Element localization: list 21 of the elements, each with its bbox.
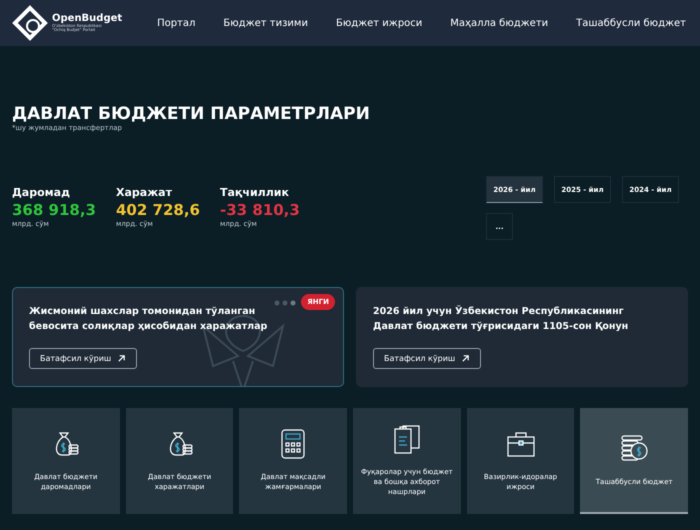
- page-title: ДАВЛАТ БЮДЖЕТИ ПАРАМЕТРЛАРИ: [12, 104, 371, 124]
- stat-value: -33 810,3: [220, 200, 300, 220]
- logo-icon[interactable]: [12, 5, 48, 41]
- card-text: Жисмоний шахслар томонидан тўланган бевосита солиқлар ҳисобидан харажатлар: [29, 305, 268, 334]
- nav-link[interactable]: Маҳалла бюджети: [450, 18, 548, 28]
- card-text: 2026 йил учун Ўзбекистон Республикасининг Давлат бюджети тўғрисидаги 1105-сон Қонун: [373, 304, 630, 334]
- arrow-icon: [461, 354, 470, 363]
- nav-link[interactable]: Бюджет тизими: [223, 18, 308, 28]
- logo-name: OpenBudget: [52, 14, 122, 24]
- stat-label: Даромад: [12, 186, 71, 200]
- stat-value: 368 918,3: [12, 200, 96, 220]
- details-button[interactable]: Батафсил кўриш: [29, 348, 138, 369]
- stat-value: 402 728,6: [116, 200, 200, 220]
- nav-link[interactable]: Бюджет ижроси: [336, 18, 422, 28]
- nav-link[interactable]: Портал: [157, 18, 196, 28]
- arrow-icon: [117, 354, 126, 363]
- stat-label: Харажат: [116, 186, 173, 200]
- stat-label: Тақчиллик: [220, 186, 290, 200]
- details-button[interactable]: Батафсил кўриш: [373, 348, 482, 369]
- carousel-dots-icon[interactable]: [274, 300, 296, 306]
- nav-link[interactable]: Ташаббусли бюджет: [576, 18, 686, 28]
